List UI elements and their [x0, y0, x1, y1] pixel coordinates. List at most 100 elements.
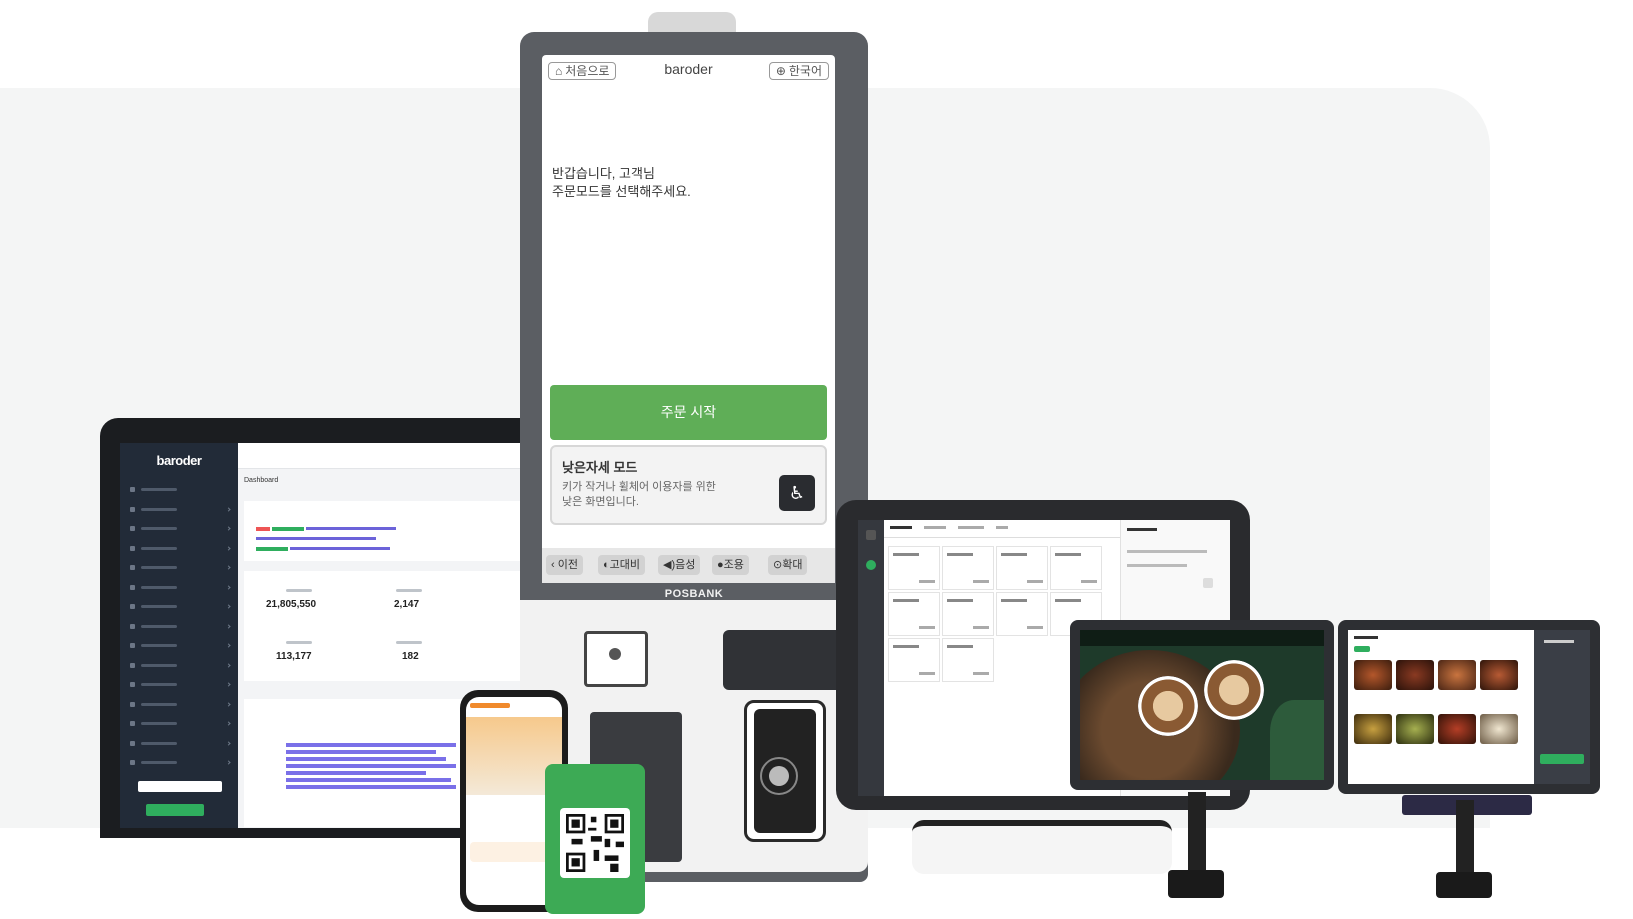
sidebar-item[interactable] [120, 617, 238, 637]
low-mode-desc-line: 낮은 화면입니다. [562, 496, 639, 508]
greeting-line: 반갑습니다, 고객님 [552, 166, 655, 181]
stats-card: 21,805,550 2,147 113,177 182 [244, 571, 540, 681]
menu-tile[interactable] [942, 638, 994, 682]
bell-icon: ● [717, 559, 724, 571]
app-header [470, 703, 510, 708]
pos-stand [912, 820, 1172, 874]
magnifier-icon: ⊙ [773, 559, 783, 571]
table-order-cart [1534, 630, 1590, 784]
latte-cup-image [1138, 676, 1198, 736]
pos-sidebar [858, 520, 884, 796]
sidebar-item[interactable] [120, 519, 238, 539]
low-mode-desc-line: 키가 작거나 휠체어 이용자를 위한 [562, 481, 716, 493]
contrast-icon: ◐ [603, 559, 610, 571]
zoom-button[interactable]: ⊙확대 [768, 555, 808, 575]
language-button[interactable]: ⊕ 한국어 [768, 62, 829, 80]
latte-cup-image [1204, 660, 1264, 720]
globe-icon: ⊕ [775, 64, 786, 78]
posbank-label: POSBANK [664, 588, 724, 600]
start-order-button[interactable]: 주문 시작 [550, 385, 827, 440]
laptop-sidebar-menu [120, 480, 238, 773]
back-button[interactable]: ‹ 이전 [546, 555, 583, 575]
laptop-brand-logo: baroder [156, 453, 202, 468]
stat-value: 2,147 [394, 599, 420, 610]
sidebar-item[interactable] [120, 578, 238, 598]
qr-code-graphic [566, 814, 624, 872]
laptop-action-button[interactable] [146, 804, 204, 816]
sidebar-item[interactable] [120, 656, 238, 676]
tablet-topbar [1080, 630, 1324, 646]
pos-category-tabs[interactable] [884, 520, 1120, 538]
tablet-order-screen [1080, 630, 1324, 780]
high-contrast-button[interactable]: ◐고대비 [598, 555, 646, 575]
greeting-text: 반갑습니다, 고객님 주문모드를 선택해주세요. [552, 165, 691, 201]
sidebar-item[interactable] [120, 539, 238, 559]
sidebar-item[interactable] [120, 675, 238, 695]
sidebar-item[interactable] [120, 695, 238, 715]
menu-tile[interactable] [888, 638, 940, 682]
sidebar-item[interactable] [120, 636, 238, 656]
page-title: Dashboard [244, 477, 279, 484]
tablet-stand-foot [1436, 872, 1492, 898]
product-showcase: baroder Dashboard 21,805,550 2,147 113,1… [0, 0, 1633, 919]
food-image[interactable] [1438, 714, 1476, 744]
notice-card [244, 501, 540, 561]
call-label: 조용 [723, 559, 744, 571]
kiosk-screen: ⌂ 처음으로 baroder ⊕ 한국어 반갑습니다, 고객님 주문모드를 선택… [542, 55, 835, 583]
sidebar-item[interactable] [120, 558, 238, 578]
tablet-stand-pole [1188, 792, 1206, 872]
tablet-stand-foot [1168, 870, 1224, 898]
accessibility-keypad[interactable] [744, 700, 826, 842]
food-image[interactable] [1480, 660, 1518, 690]
voice-button[interactable]: ◀)음성 [658, 555, 701, 575]
order-button[interactable] [1540, 754, 1584, 764]
chevron-left-icon: ‹ [551, 559, 558, 571]
leaf-image [1270, 700, 1324, 780]
sidebar-item[interactable] [120, 597, 238, 617]
food-image[interactable] [1480, 714, 1518, 744]
menu-tile[interactable] [942, 546, 994, 590]
qr-order-card [545, 764, 645, 914]
food-image[interactable] [1396, 714, 1434, 744]
food-image[interactable] [1354, 714, 1392, 744]
low-mode-description: 키가 작거나 휠체어 이용자를 위한 낮은 화면입니다. [562, 480, 742, 510]
table-order-screen [1348, 630, 1590, 784]
low-mode-title: 낮은자세 모드 [562, 460, 638, 475]
call-button[interactable]: ●조용 [712, 555, 749, 575]
tablet-stand-pole [1456, 800, 1474, 876]
high-contrast-label: 고대비 [609, 559, 641, 571]
sidebar-item[interactable] [120, 480, 238, 500]
low-posture-mode-button[interactable]: 낮은자세 모드 키가 작거나 휠체어 이용자를 위한 낮은 화면입니다. ♿ [550, 445, 827, 525]
card-reader-slot [723, 630, 845, 690]
stat-value: 182 [402, 651, 419, 662]
voice-label: 음성 [675, 559, 696, 571]
greeting-line: 주문모드를 선택해주세요. [552, 184, 691, 199]
menu-tile[interactable] [888, 546, 940, 590]
language-label: 한국어 [788, 64, 822, 78]
accessibility-bar: ‹ 이전 ◐고대비 ◀)음성 ●조용 ⊙확대 [542, 548, 835, 583]
zoom-label: 확대 [782, 559, 803, 571]
category-tab-active[interactable] [1354, 646, 1370, 652]
wheelchair-icon: ♿ [779, 475, 815, 511]
laptop-sidebar: baroder [120, 443, 238, 828]
sidebar-item[interactable] [120, 753, 238, 773]
qr-code-icon [560, 808, 630, 878]
food-image[interactable] [1354, 660, 1392, 690]
receipt-scanner [584, 631, 648, 687]
stat-value: 21,805,550 [266, 599, 317, 610]
food-image[interactable] [1396, 660, 1434, 690]
sidebar-item[interactable] [120, 500, 238, 520]
menu-tile[interactable] [996, 546, 1048, 590]
sidebar-item[interactable] [120, 714, 238, 734]
menu-tile[interactable] [996, 592, 1048, 636]
food-image[interactable] [1438, 660, 1476, 690]
sidebar-item[interactable] [120, 734, 238, 754]
back-label: 이전 [557, 559, 578, 571]
laptop-topbar [238, 443, 540, 469]
store-select[interactable] [138, 781, 222, 792]
menu-tile[interactable] [942, 592, 994, 636]
stat-value: 113,177 [276, 651, 312, 662]
menu-tile[interactable] [888, 592, 940, 636]
speaker-icon: ◀) [663, 559, 676, 571]
menu-tile[interactable] [1050, 546, 1102, 590]
